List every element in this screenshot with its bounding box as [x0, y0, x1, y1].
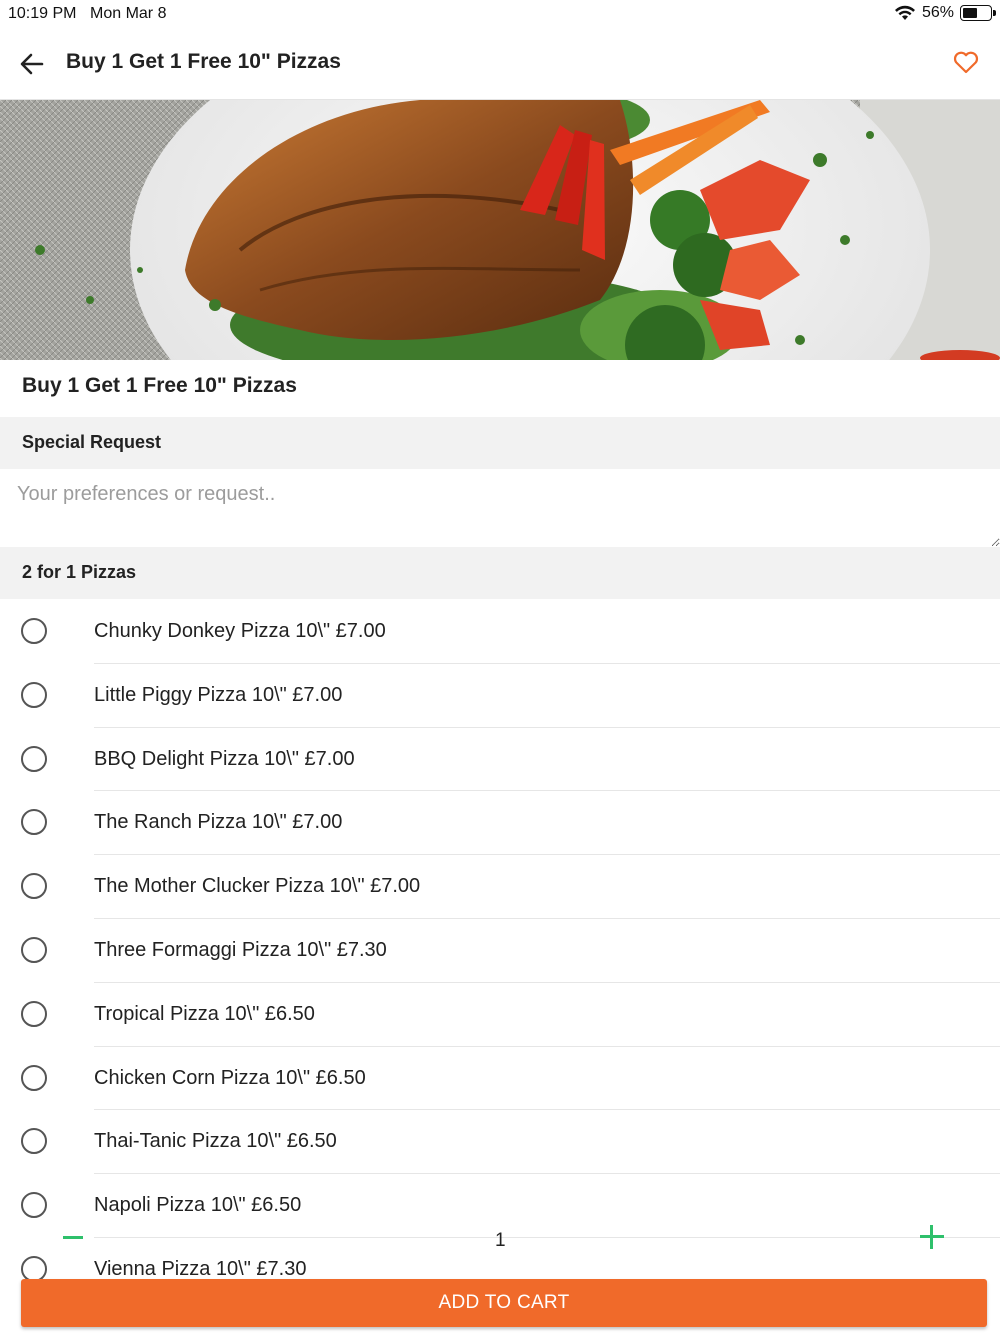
- food-photo-illustration: [0, 100, 1000, 360]
- radio-button[interactable]: [21, 873, 47, 900]
- option-label: Napoli Pizza 10\" £6.50: [94, 1194, 302, 1217]
- option-row[interactable]: Three Formaggi Pizza 10\" £7.30: [0, 919, 1000, 983]
- option-label: The Ranch Pizza 10\" £7.00: [94, 811, 343, 834]
- status-time: 10:19 PM: [8, 5, 77, 22]
- status-date: Mon Mar 8: [90, 5, 167, 22]
- battery-icon: [960, 5, 996, 21]
- status-bar: 10:19 PM Mon Mar 8 56%: [0, 0, 1000, 28]
- page-title: Buy 1 Get 1 Free 10" Pizzas: [66, 50, 341, 73]
- special-request-input[interactable]: [0, 469, 1000, 547]
- option-label: Chicken Corn Pizza 10\" £6.50: [94, 1066, 366, 1089]
- option-row[interactable]: Chicken Corn Pizza 10\" £6.50: [0, 1047, 1000, 1111]
- special-request-header: Special Request: [0, 417, 1000, 469]
- radio-button[interactable]: [21, 1000, 47, 1027]
- hero-food-image: [0, 100, 1000, 360]
- radio-button[interactable]: [21, 936, 47, 963]
- option-label: Little Piggy Pizza 10\" £7.00: [94, 683, 343, 706]
- option-row[interactable]: Tropical Pizza 10\" £6.50: [0, 983, 1000, 1047]
- option-label: Vienna Pizza 10\" £7.30: [94, 1257, 307, 1280]
- options-group-heading: 2 for 1 Pizzas: [22, 562, 137, 582]
- radio-button[interactable]: [21, 1192, 47, 1219]
- option-label: BBQ Delight Pizza 10\" £7.00: [94, 747, 355, 770]
- add-to-cart-button[interactable]: ADD TO CART: [21, 1279, 987, 1327]
- option-label: Three Formaggi Pizza 10\" £7.30: [94, 938, 387, 961]
- decrease-quantity-button[interactable]: [60, 1224, 86, 1250]
- radio-button[interactable]: [21, 1064, 47, 1091]
- radio-button[interactable]: [21, 681, 47, 708]
- radio-button[interactable]: [21, 745, 47, 772]
- option-label: Chunky Donkey Pizza 10\" £7.00: [94, 620, 386, 642]
- option-row[interactable]: BBQ Delight Pizza 10\" £7.00: [0, 728, 1000, 792]
- option-row[interactable]: The Ranch Pizza 10\" £7.00: [0, 791, 1000, 856]
- radio-button[interactable]: [21, 809, 47, 836]
- battery-percent: 56%: [921, 4, 954, 21]
- pizza-options-list: Chunky Donkey Pizza 10\" £7.00 Little Pig…: [0, 600, 1000, 1280]
- back-arrow-icon[interactable]: [16, 48, 48, 80]
- status-right: 56%: [894, 4, 996, 22]
- increase-quantity-button[interactable]: [919, 1224, 945, 1250]
- option-label: Thai-Tanic Pizza 10\" £6.50: [94, 1130, 337, 1153]
- options-group-header: 2 for 1 Pizzas: [0, 547, 1000, 599]
- wifi-icon: [894, 5, 915, 20]
- option-row[interactable]: Chunky Donkey Pizza 10\" £7.00: [0, 600, 1000, 664]
- radio-button[interactable]: [21, 618, 47, 644]
- quantity-value: 1: [495, 1230, 506, 1251]
- favorite-heart-icon[interactable]: [952, 48, 980, 76]
- radio-button[interactable]: [21, 1128, 47, 1155]
- option-label: The Mother Clucker Pizza 10\" £7.00: [94, 875, 421, 898]
- option-row[interactable]: Little Piggy Pizza 10\" £7.00: [0, 664, 1000, 728]
- item-title: Buy 1 Get 1 Free 10" Pizzas: [22, 374, 297, 397]
- option-row[interactable]: Thai-Tanic Pizza 10\" £6.50: [0, 1110, 1000, 1175]
- battery-level: [963, 8, 977, 18]
- option-row[interactable]: The Mother Clucker Pizza 10\" £7.00: [0, 855, 1000, 919]
- app-header: Buy 1 Get 1 Free 10" Pizzas: [0, 28, 1000, 100]
- option-label: Tropical Pizza 10\" £6.50: [94, 1002, 315, 1025]
- special-request-heading: Special Request: [22, 432, 162, 452]
- quantity-stepper: 1: [0, 1220, 1000, 1260]
